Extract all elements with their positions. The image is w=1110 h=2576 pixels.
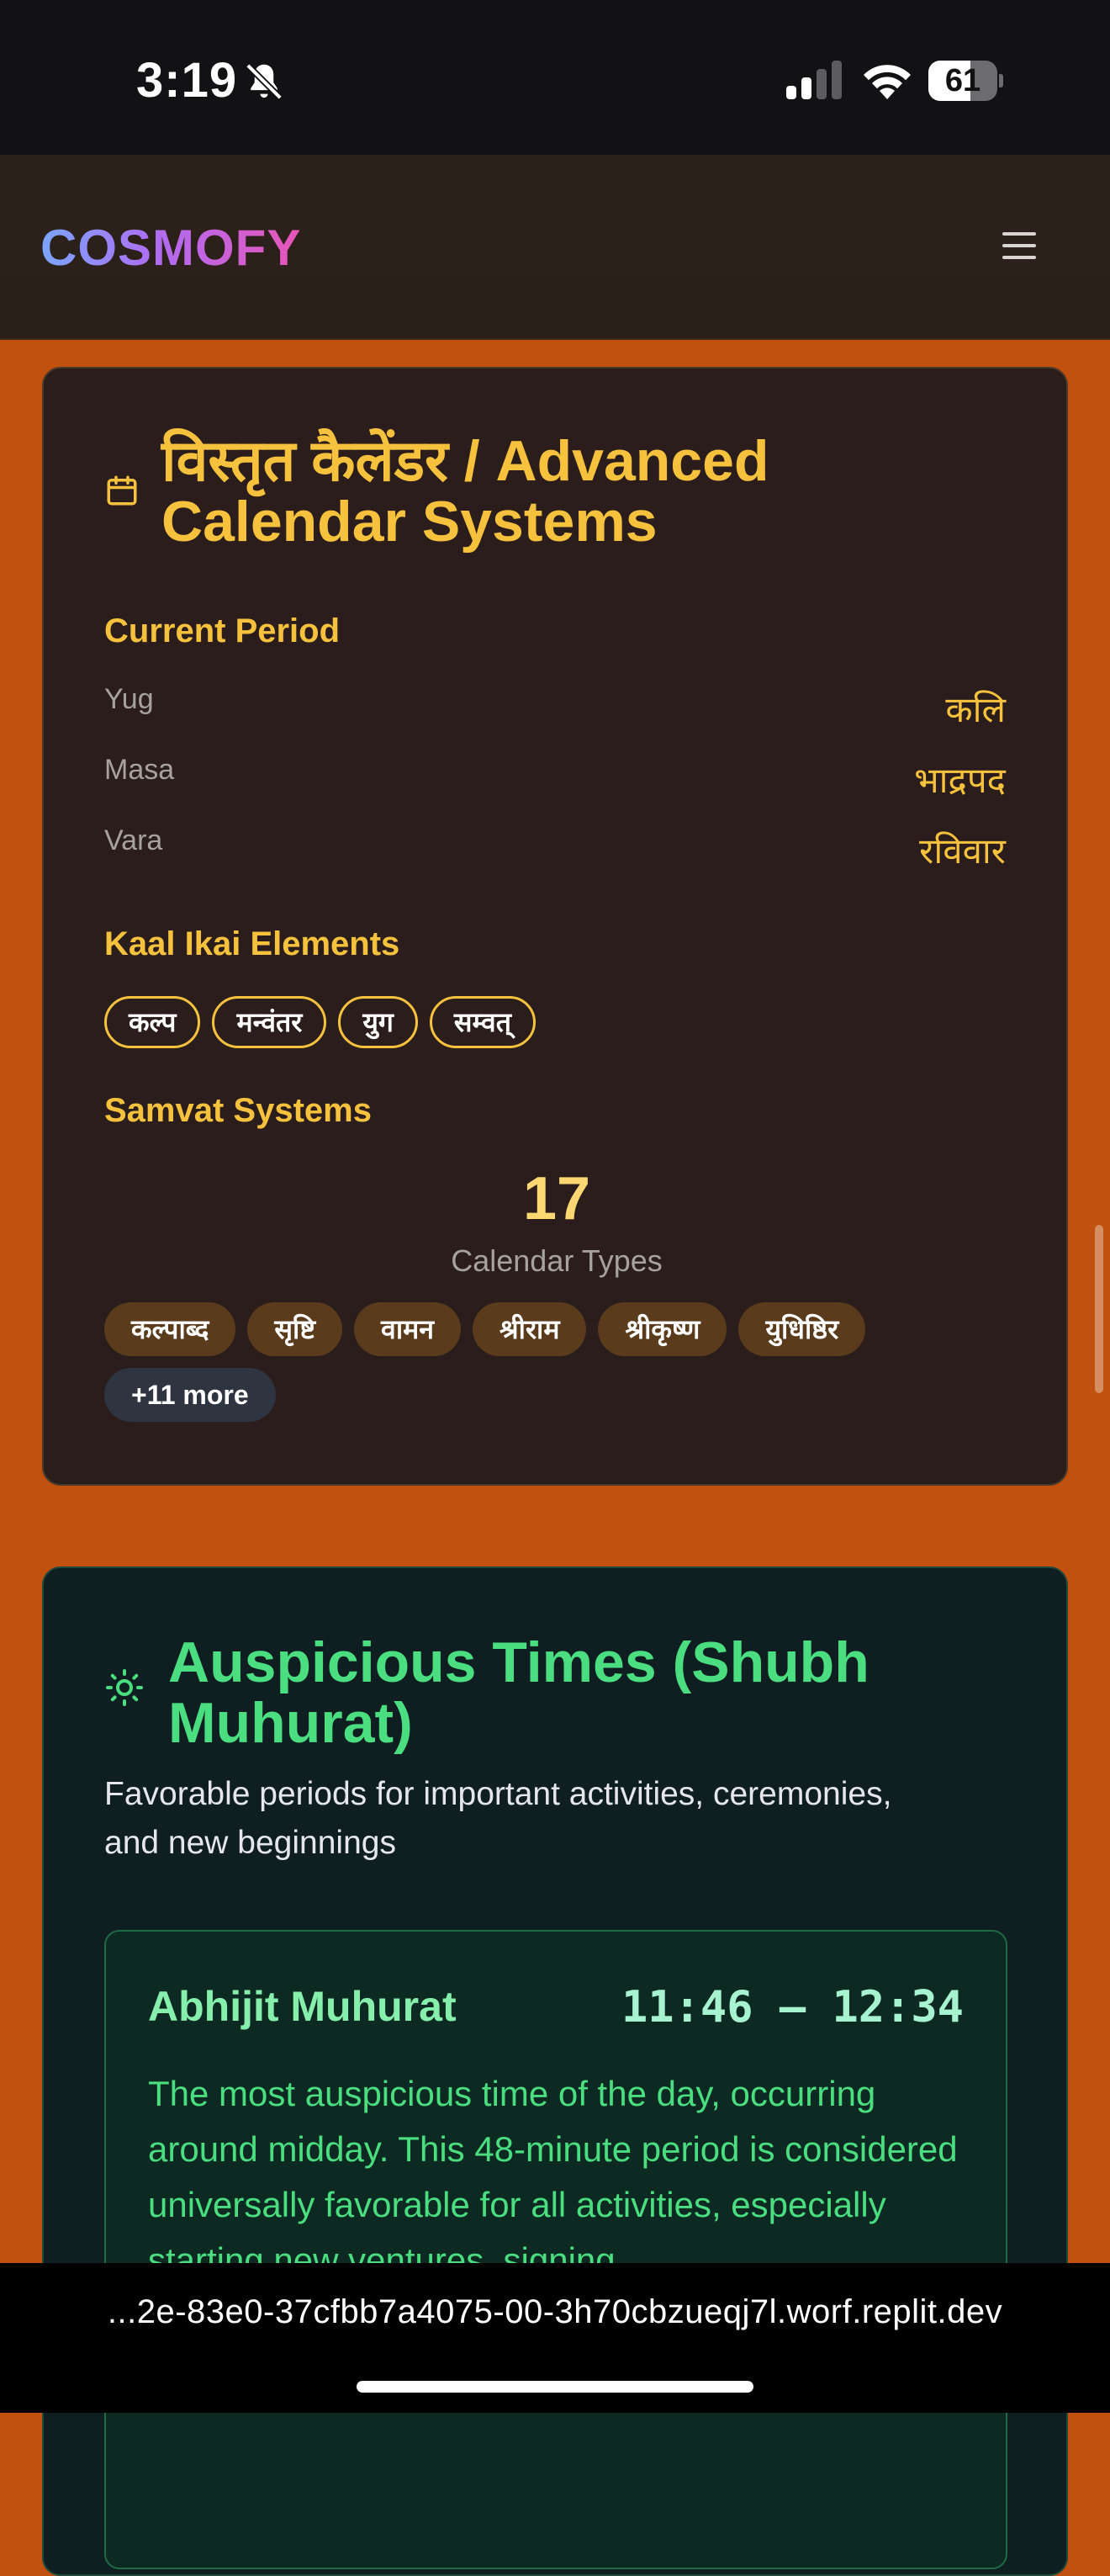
advanced-calendar-card: विस्तृत कैलेंडर / Advanced Calendar Syst… bbox=[42, 367, 1068, 1486]
samvat-heading: Samvat Systems bbox=[104, 1092, 372, 1129]
calendar-type-label: Calendar Types bbox=[451, 1243, 663, 1278]
status-time: 3:19 bbox=[136, 53, 238, 108]
hamburger-menu-icon[interactable] bbox=[1002, 232, 1036, 261]
url-text[interactable]: ...2e-83e0-37cfbb7a4075-00-3h70cbzueqj7l… bbox=[0, 2293, 1110, 2331]
samvat-list: कल्पाब्द सृष्टि वामन श्रीराम श्रीकृष्ण य… bbox=[104, 1302, 1012, 1422]
more-samvat-button[interactable]: +11 more bbox=[104, 1368, 276, 1422]
kaal-ikai-list: कल्प मन्वंतर युग सम्वत् bbox=[104, 996, 1012, 1048]
kaal-ikai-heading: Kaal Ikai Elements bbox=[104, 925, 400, 962]
samvat-pill: श्रीकृष्ण bbox=[598, 1302, 727, 1356]
bell-off-icon bbox=[246, 63, 283, 100]
samvat-pill: युधिष्ठिर bbox=[738, 1302, 866, 1356]
masa-label: Masa bbox=[104, 754, 175, 786]
status-bar: 3:19 61 bbox=[0, 0, 1110, 155]
samvat-pill: वामन bbox=[354, 1302, 462, 1356]
samvat-pill: श्रीराम bbox=[473, 1302, 587, 1356]
battery-indicator: 61 bbox=[928, 61, 1003, 101]
kaal-ikai-pill: युग bbox=[338, 996, 418, 1048]
muhurat-item: Abhijit Muhurat 11:46 – 12:34 The most a… bbox=[104, 1930, 1007, 2569]
vara-label: Vara bbox=[104, 824, 163, 856]
cellular-signal-icon bbox=[786, 61, 842, 99]
muhurat-description: The most auspicious time of the day, occ… bbox=[148, 2074, 958, 2280]
card-subtitle: Favorable periods for important activiti… bbox=[104, 1776, 892, 1861]
samvat-pill: सृष्टि bbox=[247, 1302, 343, 1356]
auspicious-times-card: Auspicious Times (Shubh Muhurat) Favorab… bbox=[42, 1566, 1068, 2576]
yug-value: कलि bbox=[945, 689, 1006, 730]
muhurat-time: 11:46 – 12:34 bbox=[621, 1982, 964, 2033]
samvat-pill: कल्पाब्द bbox=[104, 1302, 236, 1356]
calendar-icon bbox=[107, 475, 137, 506]
card-title: विस्तृत कैलेंडर / Advanced Calendar Syst… bbox=[161, 429, 769, 554]
app-header: COSMOFY bbox=[0, 155, 1110, 340]
sun-icon bbox=[106, 1669, 143, 1706]
muhurat-name: Abhijit Muhurat bbox=[148, 1983, 457, 2030]
card-title: Auspicious Times (Shubh Muhurat) bbox=[168, 1630, 870, 1755]
calendar-type-count: 17 bbox=[522, 1165, 591, 1232]
logo[interactable]: COSMOFY bbox=[40, 219, 301, 277]
wifi-icon bbox=[864, 65, 911, 99]
vara-value: रविवार bbox=[919, 830, 1006, 872]
kaal-ikai-pill: कल्प bbox=[104, 996, 201, 1048]
battery-level: 61 bbox=[944, 63, 981, 98]
current-period-heading: Current Period bbox=[104, 612, 341, 649]
kaal-ikai-pill: मन्वंतर bbox=[212, 996, 327, 1048]
browser-url-bar[interactable]: ...2e-83e0-37cfbb7a4075-00-3h70cbzueqj7l… bbox=[0, 2263, 1110, 2413]
kaal-ikai-pill: सम्वत् bbox=[429, 996, 536, 1048]
yug-label: Yug bbox=[104, 683, 154, 715]
masa-value: भाद्रपद bbox=[914, 760, 1006, 801]
scrollbar[interactable] bbox=[1095, 1225, 1103, 1393]
home-indicator bbox=[357, 2381, 753, 2393]
